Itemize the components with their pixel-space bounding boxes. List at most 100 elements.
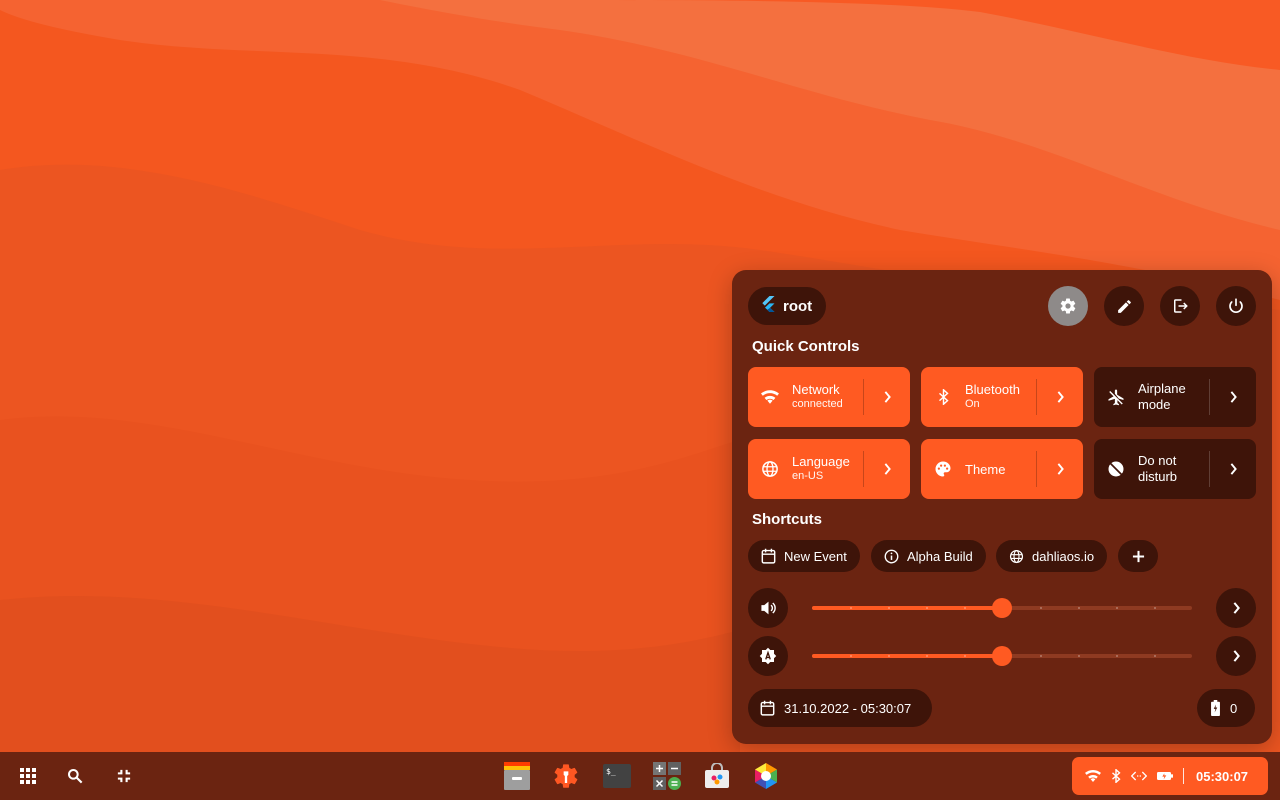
battery-label: 0 xyxy=(1230,700,1238,716)
airplane-off-icon xyxy=(1094,388,1138,406)
chevron-right-icon[interactable] xyxy=(1210,463,1256,475)
shortcut-label: dahliaos.io xyxy=(1032,548,1095,564)
search-icon xyxy=(68,769,83,784)
chevron-right-icon xyxy=(1233,650,1240,662)
search-button[interactable] xyxy=(59,760,91,792)
chevron-right-icon[interactable] xyxy=(1037,391,1083,403)
volume-button[interactable] xyxy=(748,588,788,628)
brightness-icon xyxy=(759,647,777,665)
slider-tick xyxy=(1116,607,1118,609)
tile-network[interactable]: Network connected xyxy=(748,367,910,427)
store-app[interactable] xyxy=(701,760,733,792)
slider-fill xyxy=(812,606,1002,610)
volume-more-button[interactable] xyxy=(1216,588,1256,628)
power-button[interactable] xyxy=(1216,286,1256,326)
tile-airplane-title: Airplane mode xyxy=(1138,381,1186,412)
battery-charging-icon xyxy=(1211,700,1220,716)
graft-icon xyxy=(755,763,777,789)
slider-tick xyxy=(888,607,890,609)
graft-app[interactable] xyxy=(750,760,782,792)
brightness-button[interactable] xyxy=(748,636,788,676)
files-icon xyxy=(504,762,530,790)
do-not-disturb-icon xyxy=(1094,460,1138,478)
palette-icon xyxy=(921,460,965,478)
wifi-icon xyxy=(1085,770,1101,782)
quick-controls-title: Quick Controls xyxy=(752,338,860,355)
slider-tick xyxy=(1078,607,1080,609)
gear-icon xyxy=(1060,298,1076,314)
tile-dnd-title: Do not disturb xyxy=(1138,453,1178,484)
slider-tick xyxy=(850,655,852,657)
tile-language-title: Language xyxy=(792,454,850,469)
chevron-right-icon xyxy=(1233,602,1240,614)
system-tray[interactable]: 05:30:07 xyxy=(1072,757,1268,795)
quick-settings-panel: root Quick Controls Network connected Bl… xyxy=(732,270,1272,744)
volume-slider[interactable] xyxy=(812,598,1192,618)
slider-tick xyxy=(1040,607,1042,609)
slider-tick xyxy=(964,655,966,657)
tile-network-subtitle: connected xyxy=(792,398,843,410)
store-icon xyxy=(705,763,729,788)
globe-icon xyxy=(748,460,792,478)
tile-airplane[interactable]: Airplane mode xyxy=(1094,367,1256,427)
tile-bluetooth[interactable]: Bluetooth On xyxy=(921,367,1083,427)
battery-chip[interactable]: 0 xyxy=(1197,689,1255,727)
bluetooth-icon xyxy=(921,389,965,405)
slider-thumb[interactable] xyxy=(992,598,1012,618)
tile-language[interactable]: Language en-US xyxy=(748,439,910,499)
calendar-icon xyxy=(760,700,775,716)
shortcut-label: Alpha Build xyxy=(907,548,973,564)
code-icon xyxy=(1131,771,1147,781)
add-shortcut-button[interactable] xyxy=(1118,540,1158,572)
globe-icon xyxy=(1009,549,1024,563)
shortcut-new-event[interactable]: New Event xyxy=(748,540,860,572)
tile-theme[interactable]: Theme xyxy=(921,439,1083,499)
overview-button[interactable] xyxy=(108,760,140,792)
apps-grid-icon xyxy=(20,768,36,784)
slider-tick xyxy=(1116,655,1118,657)
tray-clock: 05:30:07 xyxy=(1196,768,1249,784)
terminal-app[interactable]: $_ xyxy=(601,760,633,792)
files-app[interactable] xyxy=(501,760,533,792)
brightness-more-button[interactable] xyxy=(1216,636,1256,676)
overview-icon xyxy=(117,769,131,783)
terminal-icon: $_ xyxy=(603,764,631,788)
logout-icon xyxy=(1174,299,1188,313)
shortcut-alpha-build[interactable]: Alpha Build xyxy=(871,540,986,572)
chevron-right-icon[interactable] xyxy=(864,391,910,403)
chevron-right-icon[interactable] xyxy=(864,463,910,475)
bluetooth-icon xyxy=(1112,769,1121,783)
slider-tick xyxy=(964,607,966,609)
logout-button[interactable] xyxy=(1160,286,1200,326)
edit-button[interactable] xyxy=(1104,286,1144,326)
tile-language-subtitle: en-US xyxy=(792,470,824,482)
datetime-chip[interactable]: 31.10.2022 - 05:30:07 xyxy=(748,689,932,727)
chevron-right-icon[interactable] xyxy=(1210,391,1256,403)
slider-thumb[interactable] xyxy=(992,646,1012,666)
wifi-icon xyxy=(748,390,792,404)
tile-bluetooth-subtitle: On xyxy=(965,398,980,410)
user-chip[interactable]: root xyxy=(748,287,826,325)
plus-icon xyxy=(1132,550,1144,562)
power-icon xyxy=(1229,298,1243,313)
battery-icon xyxy=(1157,772,1173,780)
calendar-icon xyxy=(761,548,776,564)
brightness-slider[interactable] xyxy=(812,646,1192,666)
volume-icon xyxy=(760,601,776,615)
slider-tick xyxy=(850,607,852,609)
tile-do-not-disturb[interactable]: Do not disturb xyxy=(1094,439,1256,499)
settings-app-icon xyxy=(554,764,578,788)
tray-divider xyxy=(1183,768,1184,784)
tile-bluetooth-title: Bluetooth xyxy=(965,382,1020,397)
launcher-button[interactable] xyxy=(12,760,44,792)
info-icon xyxy=(884,549,899,563)
calculator-app[interactable] xyxy=(651,760,683,792)
chevron-right-icon[interactable] xyxy=(1037,463,1083,475)
shortcut-label: New Event xyxy=(784,548,847,564)
shortcut-dahliaos-io[interactable]: dahliaos.io xyxy=(996,540,1108,572)
settings-button[interactable] xyxy=(1048,286,1088,326)
tile-network-title: Network xyxy=(792,382,840,397)
slider-tick xyxy=(1078,655,1080,657)
settings-app[interactable] xyxy=(550,760,582,792)
taskbar: $_ 05:30:07 xyxy=(0,752,1280,800)
